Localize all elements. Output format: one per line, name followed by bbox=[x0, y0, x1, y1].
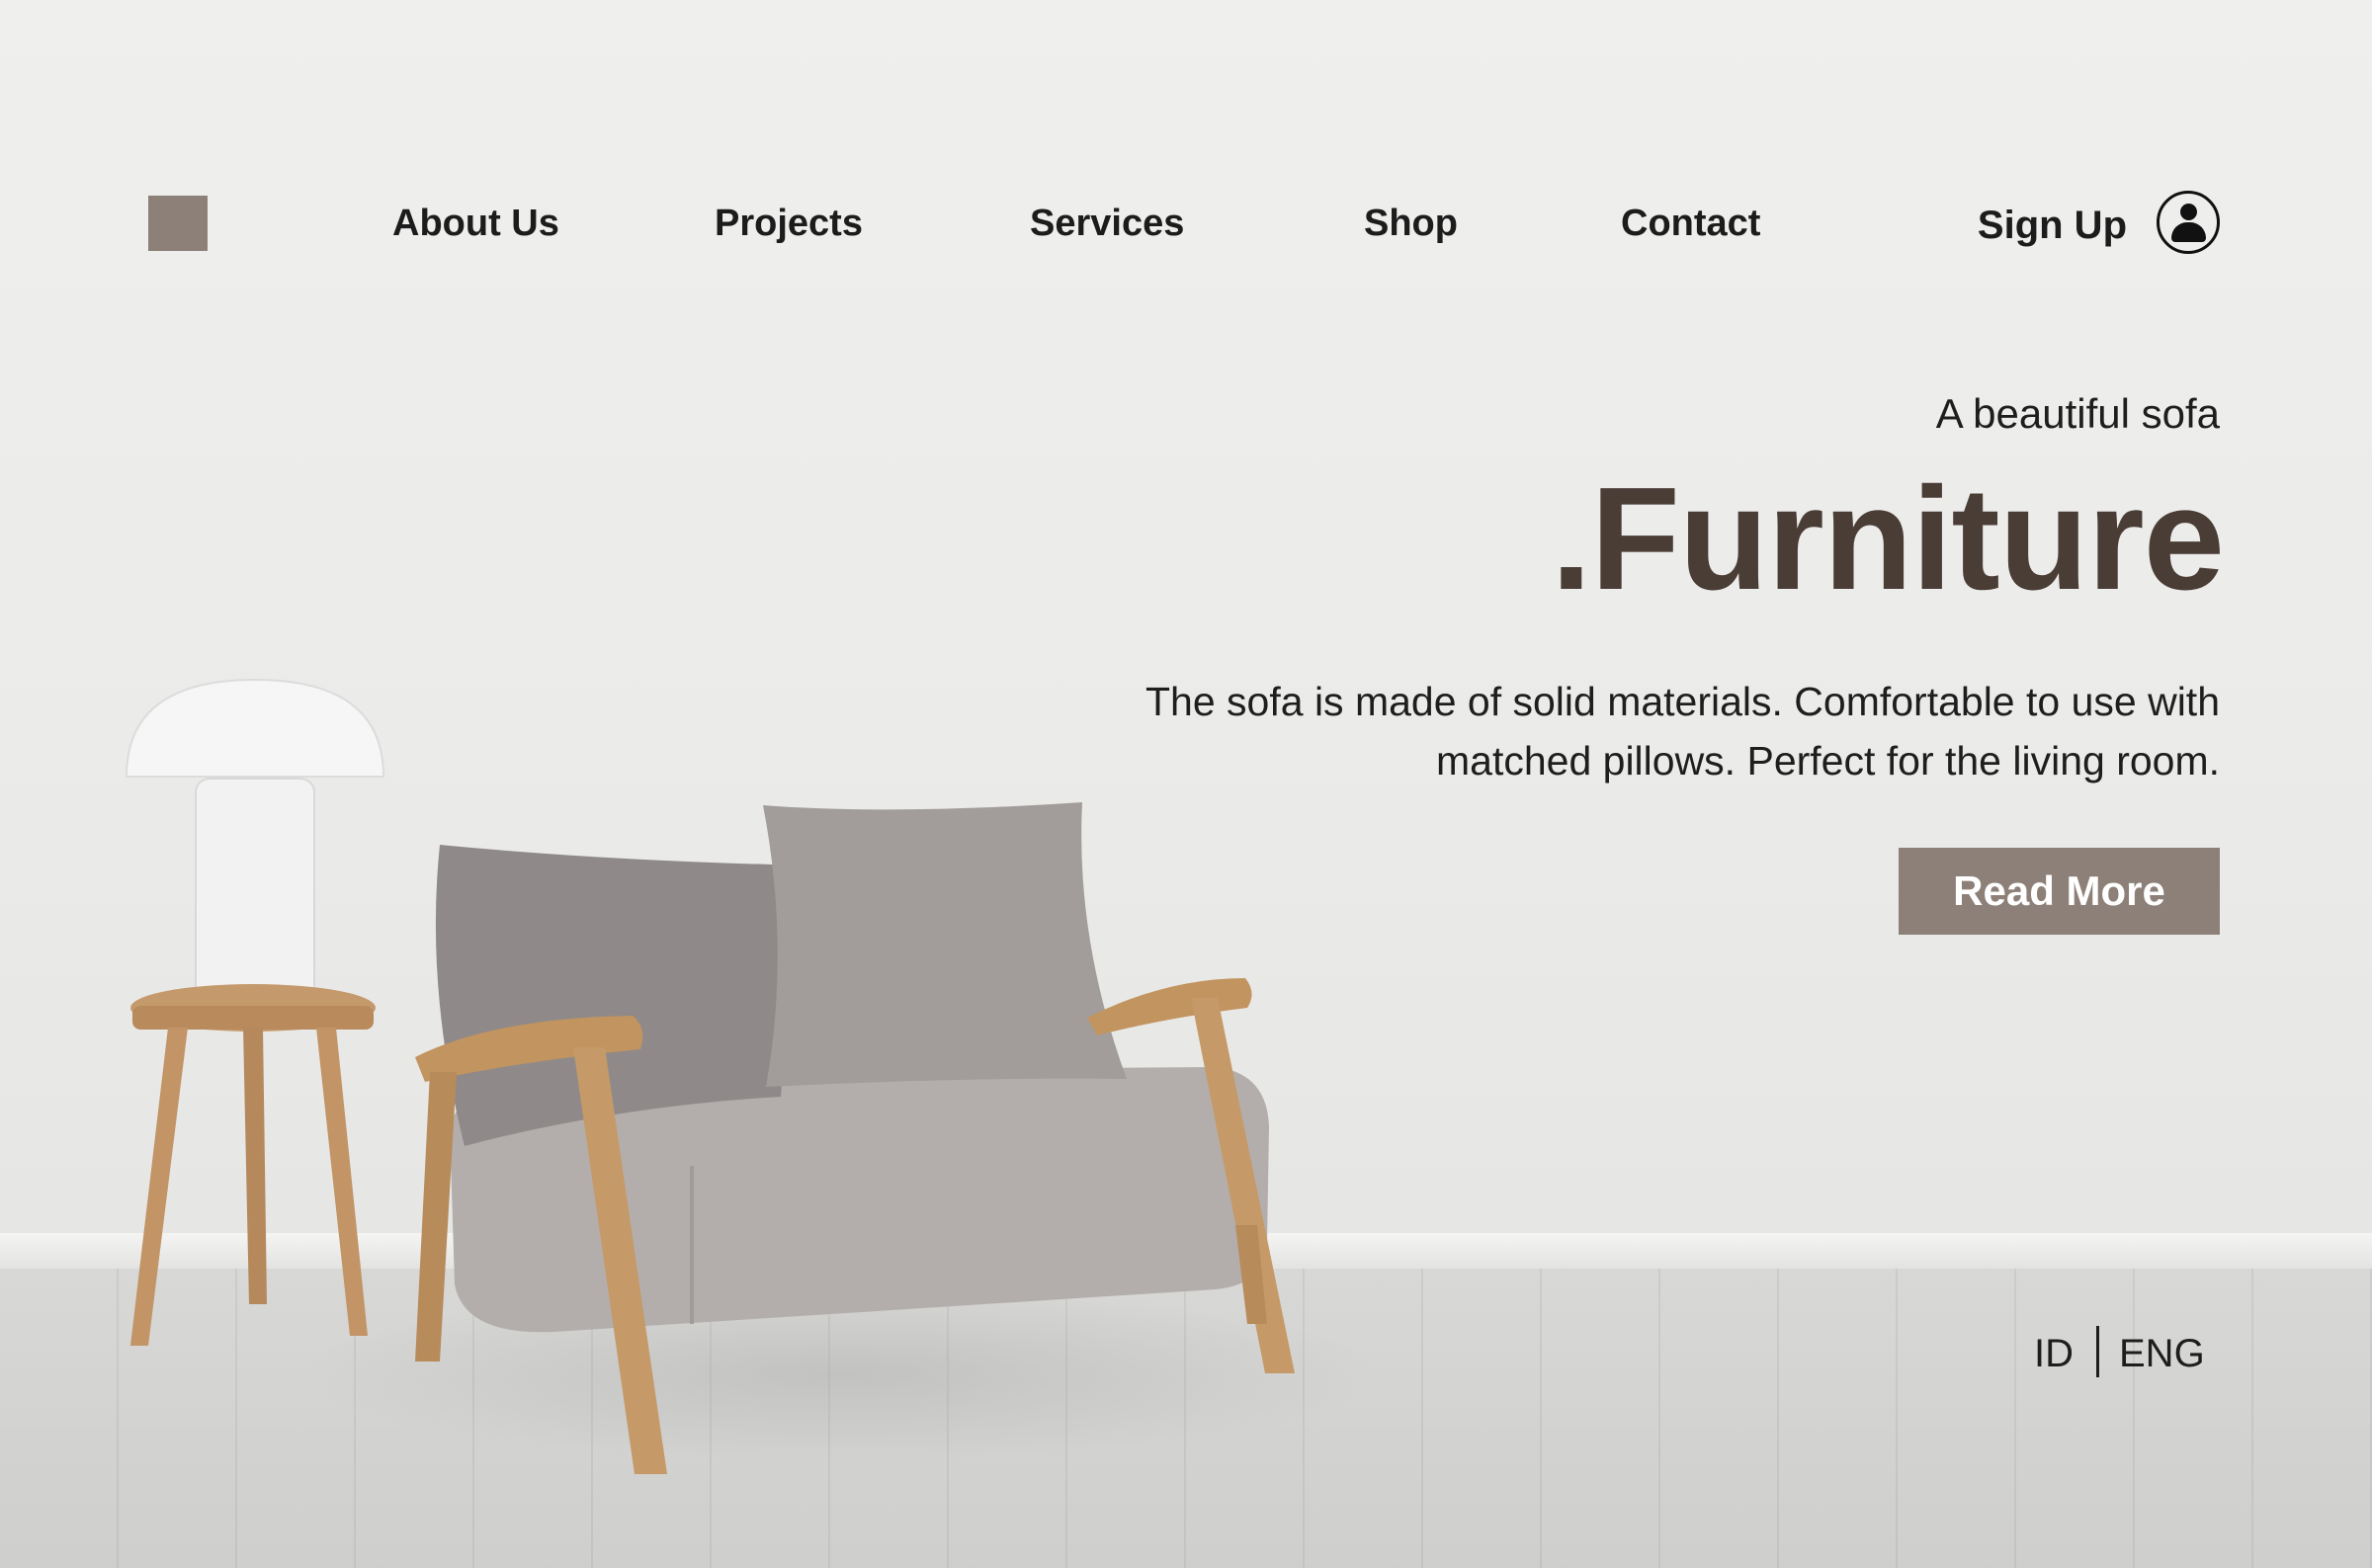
hero-description: The sofa is made of solid materials. Com… bbox=[1145, 679, 2220, 784]
language-divider bbox=[2096, 1326, 2099, 1377]
nav-shop[interactable]: Shop bbox=[1364, 196, 1458, 251]
hero-tagline: A beautiful sofa bbox=[1935, 390, 2220, 437]
logo[interactable] bbox=[148, 196, 208, 251]
nav-projects[interactable]: Projects bbox=[715, 196, 863, 251]
floor-shadow bbox=[296, 1284, 1384, 1462]
user-icon[interactable] bbox=[2157, 191, 2220, 254]
hero-headline: .Furniture bbox=[1551, 457, 2225, 620]
nav-services[interactable]: Services bbox=[1030, 196, 1184, 251]
nav-about-us[interactable]: About Us bbox=[392, 196, 559, 251]
language-eng[interactable]: ENG bbox=[2119, 1324, 2205, 1383]
read-more-button[interactable]: Read More bbox=[1899, 848, 2220, 935]
language-id[interactable]: ID bbox=[2034, 1324, 2074, 1383]
sign-up-link[interactable]: Sign Up bbox=[1978, 198, 2127, 253]
baseboard bbox=[0, 1233, 2372, 1270]
nav-contact[interactable]: Contact bbox=[1621, 196, 1760, 251]
